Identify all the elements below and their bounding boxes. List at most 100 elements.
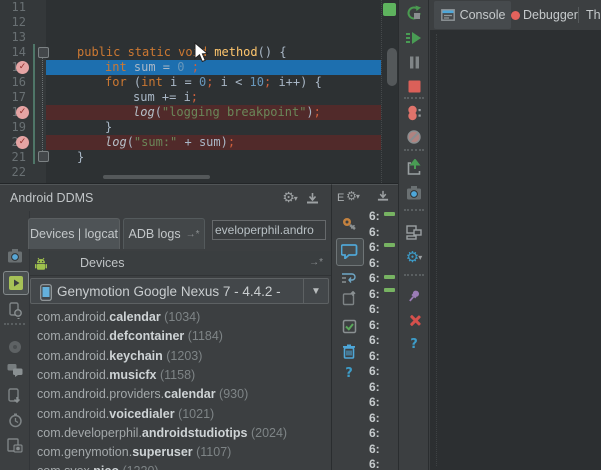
logcat-line: 6: xyxy=(369,426,380,440)
line-number[interactable]: 14 xyxy=(0,45,26,60)
fold-marker-start[interactable] xyxy=(38,47,49,58)
process-text: com.android. xyxy=(37,329,110,344)
inspection-status-indicator[interactable] xyxy=(383,3,396,16)
logcat-help-icon[interactable]: ? xyxy=(340,364,358,382)
gc-icon[interactable] xyxy=(6,338,24,356)
ddms-gear-icon[interactable]: ⚙ ▾ xyxy=(281,189,299,207)
pin-icon[interactable] xyxy=(405,287,423,305)
step-out-icon[interactable] xyxy=(405,158,423,176)
line-number[interactable]: 11 xyxy=(0,0,26,15)
process-list-item[interactable]: com.android.providers.calendar (930) xyxy=(37,385,248,404)
logcat-line: 6: xyxy=(369,348,380,363)
method-profiling-icon[interactable] xyxy=(6,386,24,404)
restore-layout-icon[interactable] xyxy=(405,223,423,241)
code-line[interactable]: log("logging breakpoint"); xyxy=(133,105,321,120)
alarm-icon[interactable] xyxy=(6,411,24,429)
device-selector[interactable]: Genymotion Google Nexus 7 - 4.4.2 - ▼ xyxy=(30,278,329,304)
code-token: ; xyxy=(227,135,236,149)
process-list-item[interactable]: com.android.keychain (1203) xyxy=(37,347,202,366)
export-icon[interactable] xyxy=(340,289,358,307)
code-line[interactable]: log("sum:" + sum); xyxy=(105,135,235,150)
debug-content-area[interactable] xyxy=(430,30,601,470)
code-line[interactable]: int sum = 0 ; xyxy=(105,60,199,75)
logcat-line: 6: xyxy=(369,333,380,347)
tab-devices-logcat[interactable]: Devices | logcat xyxy=(28,218,120,249)
logcat-line: 6: xyxy=(369,441,380,456)
code-line[interactable]: for (int i = 0; i < 10; i++) { xyxy=(105,75,322,90)
line-number[interactable]: 12 xyxy=(0,15,26,30)
threads-icon[interactable] xyxy=(6,361,24,379)
clear-log-trash-icon[interactable] xyxy=(340,342,358,360)
process-list-item[interactable]: com.android.voicedialer (1021) xyxy=(37,405,214,424)
process-list-item[interactable]: com.android.defcontainer (1184) xyxy=(37,327,223,346)
process-list-item[interactable]: com.genymotion.superuser (1107) xyxy=(37,443,231,462)
fold-marker-end[interactable] xyxy=(38,151,49,162)
debug-tabbar: Console Debugger Thr xyxy=(430,0,601,31)
mute-breakpoints-icon[interactable] xyxy=(405,128,423,146)
process-text: (1021) xyxy=(174,406,215,421)
line-number[interactable]: 17 xyxy=(0,90,26,105)
line-number[interactable]: 19 xyxy=(0,120,26,135)
process-list-item[interactable]: com.developerphil.androidstudiotips (202… xyxy=(37,424,287,443)
screen-record-icon[interactable] xyxy=(3,271,29,295)
breakpoint-icon[interactable]: ✓ xyxy=(16,136,29,149)
logcat-filter-input[interactable] xyxy=(212,220,326,240)
breakpoint-icon[interactable]: ✓ xyxy=(16,61,29,74)
process-list-item[interactable]: com.android.calendar (1034) xyxy=(37,308,200,327)
process-text: androidstudiotips xyxy=(141,425,248,440)
code-line[interactable]: public static void method() { xyxy=(77,45,287,60)
scroll-to-end-icon[interactable] xyxy=(340,317,358,335)
breakpoint-icon[interactable]: ✓ xyxy=(16,106,29,119)
code-token: "sum:" xyxy=(133,135,178,149)
rerun-icon[interactable] xyxy=(405,4,423,22)
tab-threads[interactable]: Thr xyxy=(586,1,601,29)
tab-adb-logs[interactable]: ADB logs →* xyxy=(123,218,205,249)
devices-float-icon[interactable]: →* xyxy=(309,257,323,268)
process-list-item[interactable]: com.android.musicfx (1158) xyxy=(37,366,195,385)
resume-icon[interactable] xyxy=(405,29,423,47)
process-list-item[interactable]: com.svox.pico (1220) xyxy=(37,462,159,470)
code-editor[interactable]: 111213141516171819202122 public static v… xyxy=(0,0,399,184)
view-breakpoints-icon[interactable] xyxy=(405,104,423,122)
line-number[interactable]: 22 xyxy=(0,165,26,180)
logcat-line: 6: xyxy=(369,379,380,394)
error-stripe-mark[interactable] xyxy=(384,275,395,279)
editor-horizontal-scrollbar[interactable] xyxy=(103,175,210,179)
code-line[interactable]: } xyxy=(77,150,84,165)
logcat-settings-wrench-icon[interactable] xyxy=(340,214,358,232)
soft-wrap-icon[interactable] xyxy=(340,269,358,287)
debug-settings-gear-icon[interactable]: ⚙ ▾ xyxy=(405,248,423,266)
logcat-gear-icon[interactable]: ⚙ ▾ xyxy=(344,187,362,205)
process-text: calendar xyxy=(164,387,216,402)
device-selector-arrow[interactable]: ▼ xyxy=(303,279,328,303)
tab-debugger[interactable]: Debugger xyxy=(511,1,578,29)
line-number[interactable]: 16 xyxy=(0,75,26,90)
logcat-line: 6: xyxy=(369,302,380,316)
stop-icon[interactable] xyxy=(405,77,423,95)
code-token: ) xyxy=(306,105,314,119)
error-stripe-mark[interactable] xyxy=(384,212,395,216)
code-token: ; xyxy=(313,105,321,119)
process-text: com.genymotion. xyxy=(37,445,133,460)
phone-icon xyxy=(37,283,55,301)
process-text: (1107) xyxy=(192,445,232,460)
panel-title: Android DDMS xyxy=(10,191,94,205)
debug-help-icon[interactable]: ? xyxy=(405,335,423,353)
device-search-icon[interactable] xyxy=(6,301,24,319)
error-stripe-mark[interactable] xyxy=(384,288,395,292)
tab-console[interactable]: Console xyxy=(434,1,511,29)
editor-vertical-scrollbar[interactable] xyxy=(387,48,397,86)
layout-capture-icon[interactable] xyxy=(6,436,24,454)
error-stripe-mark[interactable] xyxy=(384,243,395,247)
logcat-console-icon[interactable] xyxy=(340,242,358,260)
line-number[interactable]: 21 xyxy=(0,150,26,165)
line-number[interactable]: 13 xyxy=(0,30,26,45)
ddms-dock-icon[interactable] xyxy=(303,189,321,207)
pause-icon[interactable] xyxy=(405,53,423,71)
code-line[interactable]: } xyxy=(105,120,112,135)
debug-screenshot-icon[interactable] xyxy=(405,184,423,202)
close-icon[interactable] xyxy=(406,311,424,329)
logcat-line: 6: xyxy=(369,364,380,378)
logcat-dock-icon[interactable] xyxy=(374,187,392,205)
code-line[interactable]: sum += i; xyxy=(133,90,198,105)
